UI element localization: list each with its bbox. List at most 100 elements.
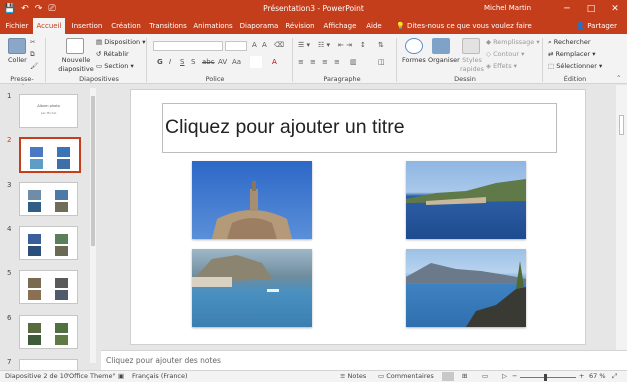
tab-insertion[interactable]: Insertion — [69, 18, 105, 34]
align-right-icon[interactable]: ≡ — [322, 58, 328, 66]
section-button[interactable]: ▭ Section ▾ — [96, 62, 134, 71]
tab-affichage[interactable]: Affichage — [320, 18, 360, 34]
indent-icon[interactable]: ⇤ ⇥ — [338, 41, 352, 49]
scrollbar-thumb[interactable] — [619, 115, 624, 135]
notes-toggle[interactable]: ≡ Notes — [340, 372, 366, 380]
tab-accueil[interactable]: Accueil — [33, 18, 65, 34]
thumbnail-slide-4[interactable] — [19, 226, 78, 260]
zoom-slider[interactable] — [520, 377, 576, 378]
zoom-in-button[interactable]: + — [579, 372, 584, 380]
bullets-icon[interactable]: ☰ ▾ — [298, 41, 310, 49]
photo-church-dome[interactable] — [192, 161, 312, 239]
tab-diaporama[interactable]: Diaporama — [239, 18, 279, 34]
thumb-image — [28, 234, 41, 244]
close-button[interactable]: ✕ — [603, 0, 627, 18]
replace-button[interactable]: ⇄ Remplacer ▾ — [548, 50, 596, 59]
numbering-icon[interactable]: ☷ ▾ — [318, 41, 330, 49]
shrink-font-icon[interactable]: A — [262, 41, 267, 49]
text-direction-icon[interactable]: ⇅ — [378, 41, 384, 49]
tab-animations[interactable]: Animations — [192, 18, 234, 34]
language[interactable]: Français (France) — [132, 372, 188, 380]
select-button[interactable]: ⬚ Sélectionner ▾ — [548, 62, 602, 71]
shapes-icon[interactable] — [405, 38, 423, 54]
find-button[interactable]: ⌕ Rechercher — [548, 38, 591, 47]
zoom-slider-thumb[interactable] — [544, 374, 548, 381]
copy-icon[interactable]: ⧉ — [30, 50, 35, 59]
thumbnail-scrollbar[interactable] — [90, 88, 96, 363]
scrollbar-thumb[interactable] — [91, 96, 95, 246]
minimize-button[interactable]: ─ — [555, 0, 579, 18]
font-color-button[interactable]: A — [272, 58, 277, 66]
reset-button[interactable]: ↺ Rétablir — [96, 50, 129, 59]
thumbnail-slide-3[interactable] — [19, 182, 78, 216]
line-spacing-icon[interactable]: ↕ — [360, 41, 366, 49]
shape-outline-button[interactable]: ◇ Contour ▾ — [486, 50, 524, 59]
bold-button[interactable]: G — [157, 58, 163, 66]
underline-button[interactable]: S — [180, 58, 184, 66]
align-left-icon[interactable]: ≡ — [298, 58, 304, 66]
format-painter-icon[interactable]: 🖌 — [30, 62, 38, 71]
new-slide-button[interactable]: Nouvelle diapositive — [58, 56, 94, 74]
font-size-field[interactable] — [225, 41, 247, 51]
photo-harbour[interactable] — [192, 249, 312, 327]
tab-aide[interactable]: Aide — [363, 18, 385, 34]
quick-styles-button[interactable]: Styles rapides — [458, 56, 486, 74]
slide-sorter-icon[interactable]: ⊞ — [462, 372, 467, 380]
char-spacing-button[interactable]: AV — [218, 58, 227, 66]
shapes-button[interactable]: Formes — [402, 56, 426, 65]
columns-icon[interactable]: ▥ — [350, 58, 357, 66]
italic-button[interactable]: I — [169, 58, 171, 66]
align-center-icon[interactable]: ≡ — [310, 58, 316, 66]
normal-view-icon[interactable] — [442, 372, 454, 381]
thumbnail-slide-2[interactable] — [19, 137, 81, 173]
layout-button[interactable]: ▤ Disposition ▾ — [96, 38, 146, 47]
shape-fill-button[interactable]: ◆ Remplissage ▾ — [486, 38, 540, 47]
notes-placeholder[interactable]: Cliquez pour ajouter des notes — [106, 356, 221, 365]
thumbnail-slide-7[interactable] — [19, 359, 78, 370]
highlight-color-icon[interactable] — [250, 56, 262, 68]
comments-toggle[interactable]: ▭ Commentaires — [378, 372, 434, 380]
tab-revision[interactable]: Révision — [283, 18, 317, 34]
thumbnail-slide-6[interactable] — [19, 315, 78, 349]
smartart-icon[interactable]: ◫ — [378, 58, 385, 66]
notes-pane[interactable]: Cliquez pour ajouter des notes — [101, 350, 627, 370]
quick-styles-icon[interactable] — [462, 38, 480, 54]
collapse-ribbon-icon[interactable]: ⌃ — [616, 74, 621, 83]
tell-me-search[interactable]: 💡 Dites-nous ce que vous voulez faire — [396, 18, 532, 34]
zoom-level[interactable]: 67 % — [589, 372, 606, 380]
cut-icon[interactable]: ✂ — [30, 38, 35, 47]
slide-scrollbar[interactable] — [616, 85, 627, 350]
new-slide-icon[interactable] — [66, 38, 84, 54]
arrange-button[interactable]: Organiser — [428, 56, 460, 65]
thumb-image — [57, 147, 70, 157]
share-button[interactable]: 👤 Partager — [576, 18, 617, 34]
tab-creation[interactable]: Création — [108, 18, 144, 34]
tab-fichier[interactable]: Fichier — [2, 18, 32, 34]
reading-view-icon[interactable]: ▭ — [482, 372, 488, 380]
font-name-field[interactable] — [153, 41, 223, 51]
strikethrough-button[interactable]: abc — [202, 58, 215, 66]
photo-rocky-shore[interactable] — [406, 249, 526, 327]
tab-transitions[interactable]: Transitions — [147, 18, 189, 34]
shape-effects-button[interactable]: ◈ Effets ▾ — [486, 62, 517, 71]
thumbnail-slide-1[interactable]: Album photo par Michel — [19, 94, 78, 128]
paste-icon[interactable] — [8, 38, 26, 54]
maximize-button[interactable]: □ — [579, 0, 603, 18]
thumbnail-slide-5[interactable] — [19, 270, 78, 304]
shape-fill-label: Remplissage — [493, 38, 535, 46]
paste-button[interactable]: Coller — [8, 56, 27, 65]
thumb-image — [55, 278, 68, 288]
shadow-button[interactable]: S — [191, 58, 195, 66]
arrange-icon[interactable] — [432, 38, 450, 54]
title-placeholder-text[interactable]: Cliquez pour ajouter un titre — [165, 116, 405, 139]
photo-coastal-town[interactable] — [406, 161, 526, 239]
slideshow-view-icon[interactable]: ▷ — [502, 372, 507, 380]
grow-font-icon[interactable]: A — [252, 41, 257, 49]
change-case-button[interactable]: Aa — [232, 58, 241, 66]
zoom-out-button[interactable]: − — [512, 372, 517, 380]
user-name[interactable]: Michel Martin — [484, 4, 531, 12]
clear-format-icon[interactable]: ⌫ — [274, 41, 284, 49]
justify-icon[interactable]: ≡ — [334, 58, 340, 66]
fit-to-window-icon[interactable]: ⤢ — [612, 372, 617, 381]
spellcheck-icon[interactable]: ▣ — [118, 372, 124, 380]
